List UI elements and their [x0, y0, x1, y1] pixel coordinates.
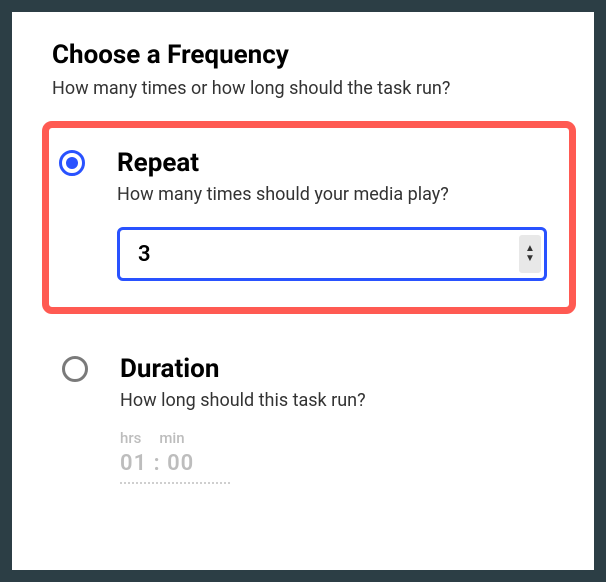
option-duration-body: Duration How long should this task run? … — [120, 354, 548, 484]
repeat-count-wrap: ▲ ▼ — [117, 227, 547, 281]
duration-labels: hrs min — [120, 429, 548, 447]
duration-input-group: hrs min 01 : 00 — [120, 429, 548, 484]
radio-duration-wrap — [62, 356, 90, 384]
option-duration[interactable]: Duration How long should this task run? … — [52, 334, 566, 510]
repeat-stepper[interactable]: ▲ ▼ — [519, 235, 541, 273]
frequency-panel: Choose a Frequency How many times or how… — [12, 12, 594, 570]
duration-value[interactable]: 01 : 00 — [120, 451, 548, 476]
duration-underline — [120, 482, 230, 484]
radio-repeat[interactable] — [59, 150, 85, 176]
repeat-count-input[interactable] — [117, 227, 547, 281]
section-title: Choose a Frequency — [52, 40, 566, 70]
duration-hrs-label: hrs — [120, 429, 141, 447]
radio-duration[interactable] — [62, 356, 88, 382]
option-repeat[interactable]: Repeat How many times should your media … — [42, 121, 576, 314]
section-subtitle: How many times or how long should the ta… — [52, 78, 566, 99]
option-duration-subtitle: How long should this task run? — [120, 390, 548, 411]
option-repeat-subtitle: How many times should your media play? — [117, 184, 551, 205]
duration-min-label: min — [159, 429, 184, 447]
stepper-down-icon: ▼ — [525, 254, 535, 264]
option-repeat-title: Repeat — [117, 148, 551, 178]
radio-repeat-wrap — [59, 150, 87, 178]
option-repeat-body: Repeat How many times should your media … — [117, 148, 551, 281]
option-duration-title: Duration — [120, 354, 548, 384]
